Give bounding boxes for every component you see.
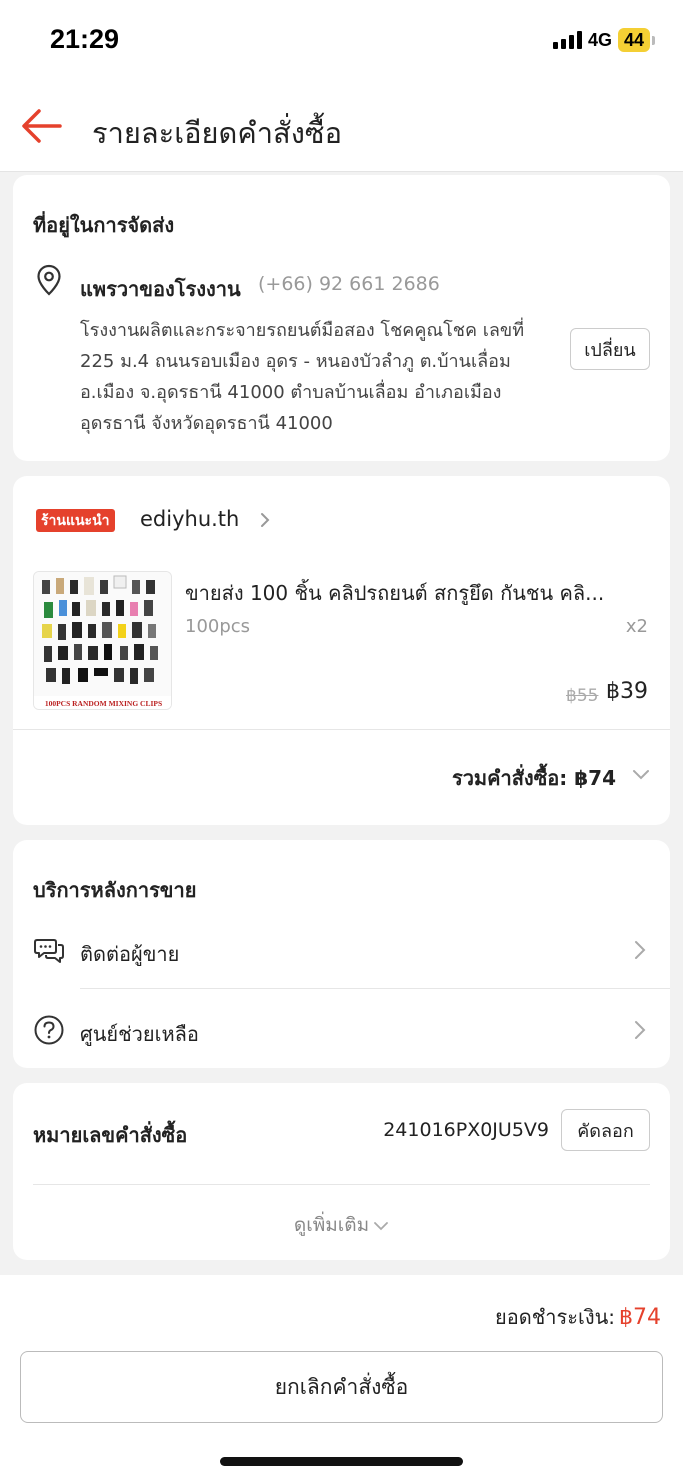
arrow-left-icon <box>22 109 62 143</box>
chevron-right-icon <box>635 941 646 959</box>
help-center-label: ศูนย์ช่วยเหลือ <box>80 1022 199 1046</box>
header: รายละเอียดคำสั่งซื้อ <box>0 80 683 172</box>
address-text: โรงงานผลิตและกระจายรถยนต์มือสอง โชคคูณโช… <box>80 315 560 439</box>
address-line: โรงงานผลิตและกระจายรถยนต์มือสอง โชคคูณโช… <box>80 320 525 341</box>
copy-order-number-button[interactable]: คัดลอก <box>561 1109 650 1151</box>
payment-total-label: ยอดชำระเงิน: <box>494 1305 615 1329</box>
payment-total-amount: ฿74 <box>619 1305 661 1330</box>
address-line: อ.เมือง จ.อุดรธานี 41000 ตำบลบ้านเลื่อม … <box>80 382 502 403</box>
product-price: ฿39 <box>606 679 648 704</box>
divider <box>80 988 670 989</box>
cancel-order-button[interactable]: ยกเลิกคำสั่งซื้อ <box>20 1351 663 1423</box>
shop-name-link[interactable]: ediyhu.th <box>140 507 239 531</box>
home-indicator <box>220 1457 463 1466</box>
recipient-name: แพรวาของโรงงาน <box>80 277 241 301</box>
chat-icon <box>34 939 64 963</box>
battery-level: 44 <box>617 28 650 52</box>
product-variant: 100pcs <box>185 616 251 637</box>
service-section-title: บริการหลังการขาย <box>33 878 197 902</box>
help-center-row[interactable]: ศูนย์ช่วยเหลือ <box>13 995 670 1065</box>
chevron-right-icon[interactable] <box>258 511 272 529</box>
preferred-shop-badge: ร้านแนะนำ <box>36 509 115 532</box>
contact-seller-label: ติดต่อผู้ขาย <box>80 942 180 966</box>
product-title[interactable]: ขายส่ง 100 ชิ้น คลิปรถยนต์ สกรูยึด กันชน… <box>185 577 655 609</box>
chevron-right-icon <box>635 1021 646 1039</box>
status-indicators: 4G 44 <box>552 28 655 52</box>
address-line: 225 ม.4 ถนนรอบเมือง อุดร - หนองบัวลำภู ต… <box>80 351 511 372</box>
payment-total: ยอดชำระเงิน: ฿74 <box>495 1301 661 1333</box>
contact-seller-row[interactable]: ติดต่อผู้ขาย <box>13 915 670 985</box>
address-line: อุดรธานี จังหวัดอุดรธานี 41000 <box>80 413 333 434</box>
page-title: รายละเอียดคำสั่งซื้อ <box>92 116 342 150</box>
product-image-caption: 100PCS RANDOM MIXING CLIPS <box>44 699 163 708</box>
order-number-label: หมายเลขคำสั่งซื้อ <box>33 1123 188 1147</box>
product-quantity: x2 <box>625 616 648 637</box>
see-more-button[interactable]: ดูเพิ่มเติม <box>13 1210 670 1240</box>
order-total[interactable]: รวมคำสั่งซื้อ: ฿74 <box>452 762 616 794</box>
clips-thumbnail <box>34 572 171 709</box>
see-more-label: ดูเพิ่มเติม <box>293 1214 370 1236</box>
product-image[interactable]: 100PCS RANDOM MIXING CLIPS <box>33 571 172 710</box>
change-address-button[interactable]: เปลี่ยน <box>570 328 650 370</box>
shop-order-card: ร้านแนะนำ ediyhu.th 100PCS RANDOM MIXING… <box>13 476 670 825</box>
location-pin-icon <box>37 264 61 296</box>
battery-icon: 44 <box>617 28 655 52</box>
signal-icon <box>552 31 582 49</box>
address-section-title: ที่อยู่ในการจัดส่ง <box>33 213 175 237</box>
bottom-bar: ยอดชำระเงิน: ฿74 ยกเลิกคำสั่งซื้อ <box>0 1275 683 1480</box>
after-sales-service-card: บริการหลังการขาย ติดต่อผู้ขาย ศูนย์ช่วยเ… <box>13 840 670 1068</box>
original-price: ฿55 <box>566 686 599 706</box>
status-bar: 21:29 4G 44 <box>0 0 683 80</box>
divider <box>33 1184 650 1185</box>
shipping-address-card: ที่อยู่ในการจัดส่ง แพรวาของโรงงาน (+66) … <box>13 175 670 461</box>
order-number-card: หมายเลขคำสั่งซื้อ 241016PX0JU5V9 คัดลอก … <box>13 1083 670 1260</box>
divider <box>13 729 670 730</box>
chevron-down-icon[interactable] <box>632 769 650 781</box>
order-number-value: 241016PX0JU5V9 <box>383 1119 549 1141</box>
status-time: 21:29 <box>50 24 120 54</box>
network-type: 4G <box>587 29 612 50</box>
recipient-phone: (+66) 92 661 2686 <box>258 273 440 295</box>
back-button[interactable] <box>20 108 62 144</box>
help-icon <box>34 1015 64 1045</box>
chevron-down-icon <box>374 1221 389 1230</box>
